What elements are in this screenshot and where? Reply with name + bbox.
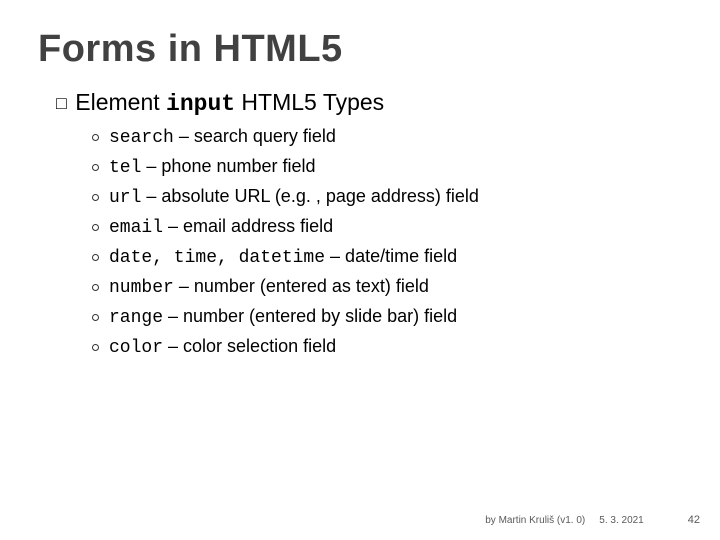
subtitle-line: □ Element input HTML5 Types: [56, 89, 682, 117]
ring-bullet-icon: [92, 134, 99, 141]
list-item: number – number (entered as text) field: [92, 273, 682, 302]
items-list: search – search query field tel – phone …: [92, 123, 682, 362]
item-code: tel: [109, 158, 141, 178]
ring-bullet-icon: [92, 284, 99, 291]
page-number: 42: [688, 514, 700, 526]
item-code: number: [109, 278, 174, 298]
item-code: color: [109, 338, 163, 358]
list-item: url – absolute URL (e.g. , page address)…: [92, 183, 682, 212]
subtitle-code: input: [166, 91, 235, 117]
item-desc: – absolute URL (e.g. , page address) fie…: [141, 186, 479, 206]
item-desc: – phone number field: [141, 156, 315, 176]
footer: by Martin Kruliš (v1. 0) 5. 3. 2021 42: [485, 514, 700, 526]
item-code: search: [109, 128, 174, 148]
ring-bullet-icon: [92, 314, 99, 321]
list-item: date, time, datetime – date/time field: [92, 243, 682, 272]
item-desc: – date/time field: [325, 246, 457, 266]
item-desc: – email address field: [163, 216, 333, 236]
list-item: email – email address field: [92, 213, 682, 242]
list-item: search – search query field: [92, 123, 682, 152]
item-desc: – search query field: [174, 126, 336, 146]
footer-author: by Martin Kruliš (v1. 0): [485, 515, 585, 526]
slide: Forms in HTML5 □ Element input HTML5 Typ…: [0, 0, 720, 540]
subtitle-suffix: HTML5 Types: [235, 89, 384, 115]
item-desc: – color selection field: [163, 336, 336, 356]
item-code: email: [109, 218, 163, 238]
item-desc: – number (entered as text) field: [174, 276, 429, 296]
item-code: url: [109, 188, 141, 208]
ring-bullet-icon: [92, 194, 99, 201]
ring-bullet-icon: [92, 164, 99, 171]
list-item: color – color selection field: [92, 333, 682, 362]
item-desc: – number (entered by slide bar) field: [163, 306, 457, 326]
ring-bullet-icon: [92, 344, 99, 351]
subtitle-prefix: Element: [75, 89, 166, 115]
item-code: date, time, datetime: [109, 248, 325, 268]
list-item: range – number (entered by slide bar) fi…: [92, 303, 682, 332]
ring-bullet-icon: [92, 254, 99, 261]
item-code: range: [109, 308, 163, 328]
list-item: tel – phone number field: [92, 153, 682, 182]
footer-date: 5. 3. 2021: [599, 515, 643, 526]
ring-bullet-icon: [92, 224, 99, 231]
slide-title: Forms in HTML5: [38, 28, 682, 71]
square-bullet-icon: □: [56, 93, 67, 114]
